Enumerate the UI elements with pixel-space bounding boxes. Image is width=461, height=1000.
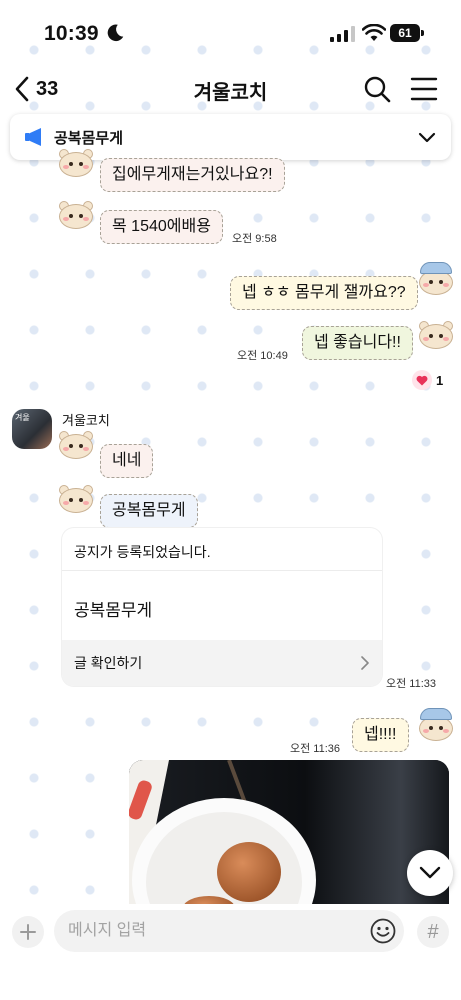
- chevron-down-icon[interactable]: [417, 127, 437, 147]
- status-time: 10:39: [44, 22, 99, 45]
- plus-icon: [20, 924, 36, 940]
- notice-card-header: 공지가 등록되었습니다.: [74, 544, 211, 560]
- avatar[interactable]: 겨울: [12, 409, 52, 449]
- bear-emoticon: [416, 320, 456, 350]
- scroll-to-bottom-button[interactable]: [407, 850, 453, 896]
- bear-emoticon: [56, 484, 96, 514]
- photo-message[interactable]: [129, 760, 449, 910]
- wifi-icon: [362, 24, 386, 41]
- bear-emoticon: [56, 148, 96, 178]
- battery-level: 61: [390, 24, 420, 42]
- message-input[interactable]: [54, 910, 404, 952]
- signal-icon: [330, 26, 355, 42]
- moon-icon: [107, 24, 124, 42]
- message-bubble[interactable]: 공복몸무게: [100, 494, 198, 528]
- smile-icon[interactable]: [370, 918, 396, 944]
- bear-emoticon: [56, 200, 96, 230]
- megaphone-icon: [25, 128, 41, 146]
- heart-icon: [412, 370, 432, 390]
- bear-hat-emoticon: [416, 708, 456, 742]
- sender-name: 겨울코치: [62, 413, 110, 428]
- message-time: 오전 11:33: [386, 678, 437, 690]
- chevron-down-icon: [419, 866, 441, 879]
- message-bubble[interactable]: 집에무게재는거있나요?!: [100, 158, 285, 192]
- hash-icon[interactable]: #: [417, 916, 449, 948]
- reaction-count: 1: [436, 372, 444, 388]
- notice-card-title: 공복몸무게: [74, 601, 153, 620]
- message-time: 오전 9:58: [232, 233, 277, 245]
- reaction-badge[interactable]: 1: [412, 370, 443, 390]
- message-time: 오전 11:36: [290, 743, 341, 755]
- message-bubble[interactable]: 넵!!!!: [352, 718, 409, 752]
- plus-button[interactable]: [12, 916, 44, 948]
- bear-hat-emoticon: [416, 262, 456, 296]
- battery-icon: 61: [390, 24, 424, 42]
- search-icon[interactable]: [362, 74, 392, 104]
- message-time: 오전 10:49: [237, 350, 288, 362]
- notice-text: 공복몸무게: [54, 129, 124, 147]
- chevron-right-icon: [361, 656, 369, 670]
- message-bubble[interactable]: 목 1540에배용: [100, 210, 223, 244]
- message-bubble[interactable]: 넵 ㅎㅎ 몸무게 잴까요??: [230, 276, 418, 310]
- message-bubble[interactable]: 넵 좋습니다!!: [302, 326, 413, 360]
- notice-card[interactable]: 공지가 등록되었습니다. 공복몸무게 글 확인하기: [62, 528, 382, 686]
- message-bubble[interactable]: 네네: [100, 444, 154, 478]
- hamburger-icon[interactable]: [410, 76, 438, 102]
- bear-emoticon: [56, 430, 96, 460]
- notice-card-open-button[interactable]: 글 확인하기: [62, 640, 382, 686]
